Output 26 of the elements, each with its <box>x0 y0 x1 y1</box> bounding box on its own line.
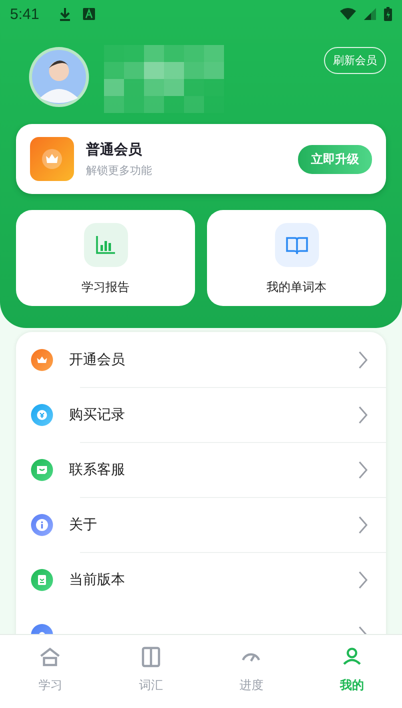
shortcut-card[interactable]: 学习报告 <box>16 210 195 306</box>
signal-icon <box>364 8 376 20</box>
chat-icon <box>31 458 53 480</box>
menu-item[interactable]: 购买记录 <box>16 387 386 442</box>
crown-icon <box>30 137 74 181</box>
book-icon <box>274 222 318 266</box>
home-icon <box>38 645 62 669</box>
wifi-icon <box>340 8 356 20</box>
yen-icon <box>31 404 53 426</box>
membership-subtitle: 解锁更多功能 <box>86 162 153 178</box>
document-icon <box>31 568 53 590</box>
info-icon <box>31 514 53 536</box>
crown-icon <box>31 348 53 370</box>
status-time: 5:41 <box>10 6 40 22</box>
keyboard-icon <box>83 8 96 20</box>
gauge-icon <box>241 651 262 662</box>
avatar <box>28 46 90 108</box>
menu-item[interactable]: 关于 <box>16 497 386 552</box>
download-icon <box>59 7 72 21</box>
battery-icon <box>384 7 392 21</box>
chart-icon <box>84 222 128 266</box>
menu-item[interactable]: 开通会员 <box>16 332 386 387</box>
shortcut-card[interactable]: 我的单词本 <box>207 210 386 306</box>
menu-item[interactable]: 当前版本 <box>16 552 386 607</box>
menu-item[interactable]: 联系客服 <box>16 442 386 497</box>
membership-title: 普通会员 <box>86 140 143 158</box>
